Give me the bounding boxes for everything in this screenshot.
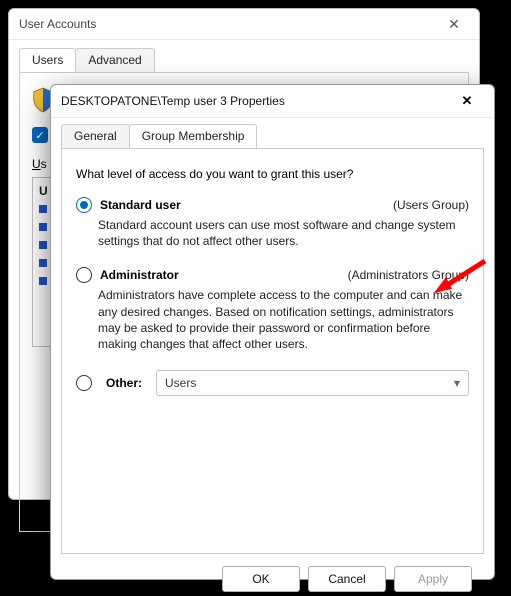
tab-users[interactable]: Users <box>19 48 76 72</box>
user-icon <box>39 241 47 249</box>
option-administrator[interactable]: Administrator (Administrators Group) <box>76 267 469 283</box>
ok-button[interactable]: OK <box>222 566 300 592</box>
chevron-down-icon: ▾ <box>454 376 460 390</box>
standard-description: Standard account users can use most soft… <box>98 217 469 249</box>
front-titlebar: DESKTOPATONE\Temp user 3 Properties ✕ <box>51 85 494 118</box>
must-enter-username-checkbox[interactable]: ✓ <box>32 127 48 143</box>
tab-advanced[interactable]: Advanced <box>75 48 154 72</box>
close-icon[interactable]: ✕ <box>450 93 484 109</box>
back-tabs: Users Advanced <box>19 48 469 73</box>
cancel-button[interactable]: Cancel <box>308 566 386 592</box>
tab-group-membership[interactable]: Group Membership <box>129 124 258 148</box>
dialog-buttons: OK Cancel Apply <box>61 554 484 596</box>
user-icon <box>39 259 47 267</box>
front-window-title: DESKTOPATONE\Temp user 3 Properties <box>61 94 450 108</box>
other-group-combo[interactable]: Users ▾ <box>156 370 469 396</box>
tab-general[interactable]: General <box>61 124 130 148</box>
standard-label: Standard user <box>100 198 181 212</box>
standard-group: (Users Group) <box>393 198 469 212</box>
radio-standard[interactable] <box>76 197 92 213</box>
administrator-description: Administrators have complete access to t… <box>98 287 469 352</box>
close-icon[interactable]: ✕ <box>439 16 469 33</box>
administrator-group: (Administrators Group) <box>348 268 469 282</box>
radio-other[interactable] <box>76 375 92 391</box>
front-tabs: General Group Membership <box>61 124 484 149</box>
access-question: What level of access do you want to gran… <box>76 167 469 181</box>
radio-administrator[interactable] <box>76 267 92 283</box>
administrator-label: Administrator <box>100 268 179 282</box>
group-membership-panel: What level of access do you want to gran… <box>61 149 484 554</box>
user-icon <box>39 277 47 285</box>
back-window-title: User Accounts <box>19 17 439 31</box>
user-icon <box>39 205 47 213</box>
back-titlebar: User Accounts ✕ <box>9 9 479 40</box>
apply-button[interactable]: Apply <box>394 566 472 592</box>
other-combo-value: Users <box>165 376 196 390</box>
option-other[interactable]: Other: Users ▾ <box>76 370 469 396</box>
other-label: Other: <box>106 376 142 390</box>
properties-window: DESKTOPATONE\Temp user 3 Properties ✕ Ge… <box>50 84 495 580</box>
user-icon <box>39 223 47 231</box>
option-standard-user[interactable]: Standard user (Users Group) <box>76 197 469 213</box>
